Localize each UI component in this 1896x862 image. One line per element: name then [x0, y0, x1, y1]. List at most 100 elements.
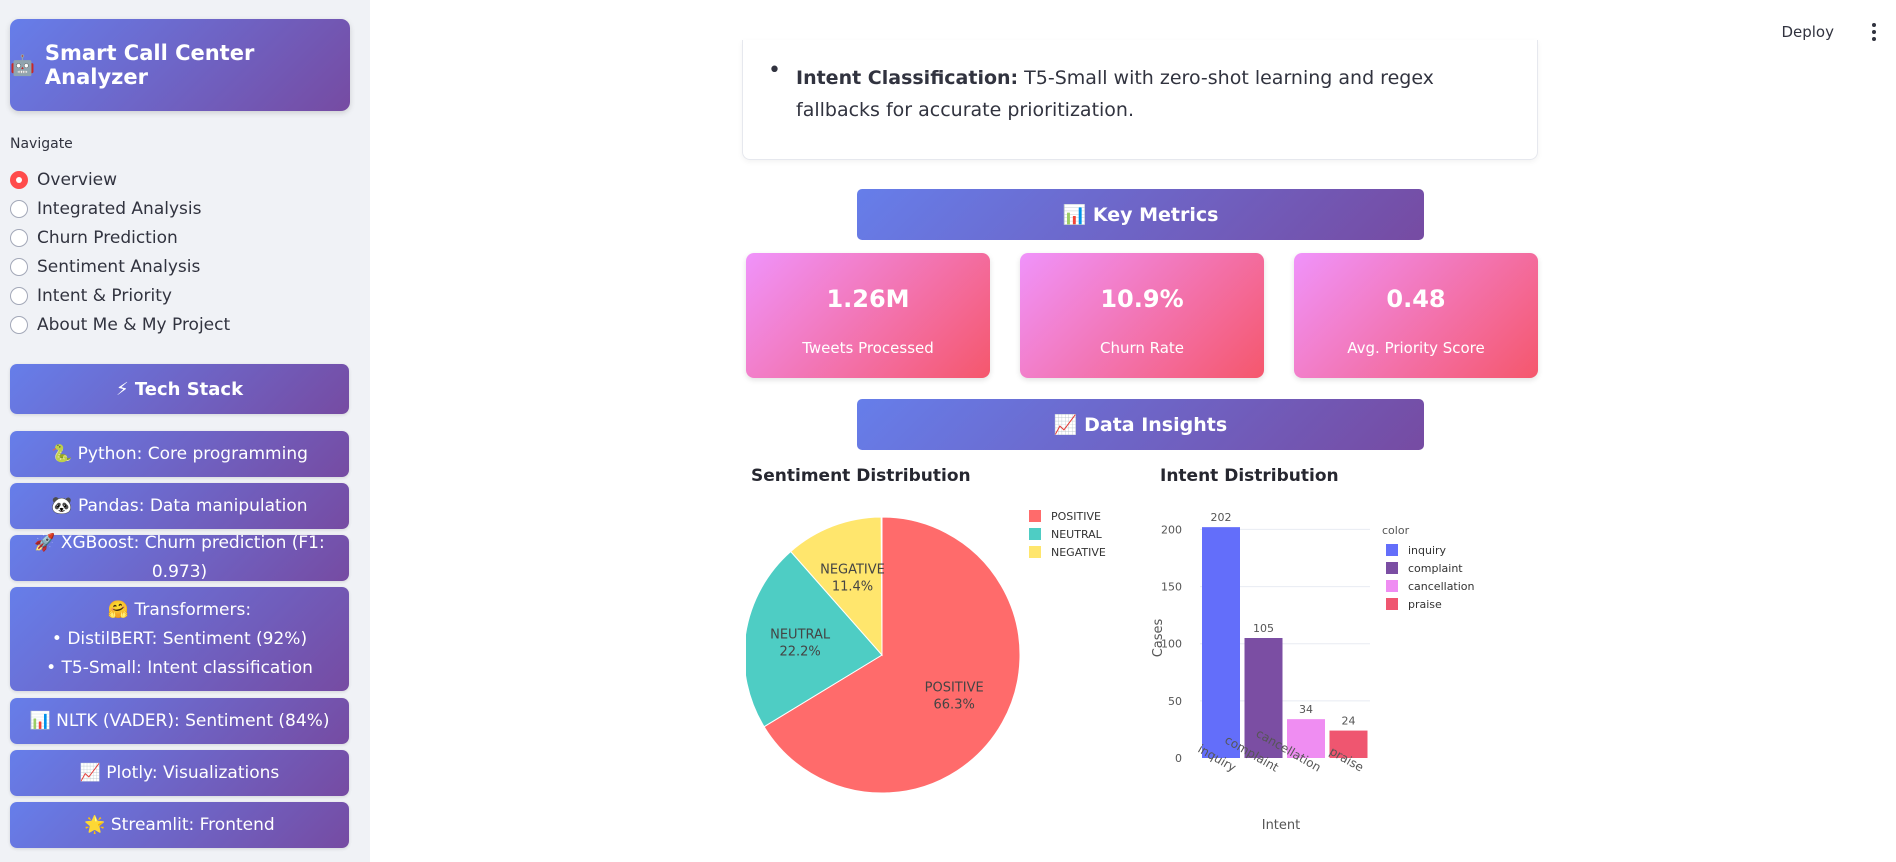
metric-label: Churn Rate: [1099, 339, 1185, 357]
bar-value-label: 202: [1211, 511, 1232, 524]
x-axis-label: Intent: [1262, 818, 1301, 833]
radio-button-icon[interactable]: [10, 170, 28, 189]
y-tick-label: 0: [1175, 752, 1182, 765]
key-metrics-banner: 📊 Key Metrics: [857, 189, 1424, 240]
nav-radio-intent-priority[interactable]: Intent & Priority: [10, 281, 230, 310]
intent-bar-chart: 050100150200Cases202inquiry105complaint3…: [1151, 511, 1475, 833]
legend-label: NEUTRAL: [1051, 528, 1103, 541]
data-insights-banner: 📈 Data Insights: [857, 399, 1424, 450]
metric-label: Avg. Priority Score: [1347, 339, 1485, 357]
nav-radio-sentiment-analysis[interactable]: Sentiment Analysis: [10, 252, 230, 281]
metric-value: 10.9%: [1100, 285, 1184, 313]
tech-item-label: Plotly: Visualizations: [106, 762, 280, 783]
radio-button-icon[interactable]: [10, 228, 28, 247]
tech-item-label: Transformers:: [134, 599, 252, 620]
pie-percent-label: 11.4%: [832, 580, 873, 595]
bar-inquiry: [1202, 527, 1240, 758]
pie-percent-label: 22.2%: [779, 645, 820, 660]
legend-swatch: [1029, 546, 1041, 558]
legend-label: praise: [1408, 598, 1442, 611]
app-title: Smart Call Center Analyzer: [44, 41, 255, 89]
tech-item-label: XGBoost: Churn prediction (F1: 0.973): [60, 533, 325, 582]
tech-emoji-icon: 🤗: [107, 599, 135, 620]
tech-item: 🚀 XGBoost: Churn prediction (F1: 0.973): [10, 533, 349, 582]
tech-item-sublabel: • DistilBERT: Sentiment (92%): [51, 628, 308, 649]
legend-swatch: [1386, 580, 1398, 592]
tech-emoji-icon: 🐼: [51, 495, 78, 516]
main-content: Deploy • Intent Classification: T5-Small…: [370, 0, 1896, 862]
tech-item: 📈 Plotly: Visualizations: [10, 750, 349, 796]
legend-swatch: [1386, 598, 1398, 610]
radio-label: Intent & Priority: [37, 285, 172, 306]
legend-swatch: [1386, 544, 1398, 556]
radio-label: About Me & My Project: [37, 314, 231, 335]
nav-radio-integrated-analysis[interactable]: Integrated Analysis: [10, 194, 230, 223]
app-title-card: 🤖 Smart Call Center Analyzer: [10, 19, 350, 111]
metric-card-tweets: 1.26M Tweets Processed: [746, 253, 990, 378]
legend-label: NEGATIVE: [1051, 546, 1106, 559]
legend-label: inquiry: [1408, 544, 1447, 557]
metric-value: 1.26M: [826, 285, 910, 313]
radio-button-icon[interactable]: [10, 315, 28, 334]
tech-emoji-icon: 🐍: [51, 443, 78, 464]
intent-chart-title: Intent Distribution: [1160, 466, 1339, 486]
legend-label: cancellation: [1408, 580, 1475, 593]
tech-item-label: Pandas: Data manipulation: [77, 495, 308, 516]
tech-emoji-icon: 📊: [29, 710, 57, 731]
tech-item: 📊 NLTK (VADER): Sentiment (84%): [10, 698, 349, 744]
pie-label: NEGATIVE: [820, 563, 885, 578]
sentiment-pie-chart: POSITIVE 66.3% NEUTRAL 22.2% NEGATIVE 11.4% PO…: [746, 510, 1106, 794]
radio-button-icon[interactable]: [10, 286, 28, 305]
tech-item-label: Python: Core programming: [77, 443, 308, 464]
metric-card-priority: 0.48 Avg. Priority Score: [1294, 253, 1538, 378]
nav-label: Navigate: [10, 136, 73, 152]
tech-item: 🌟 Streamlit: Frontend: [10, 802, 349, 848]
radio-label: Integrated Analysis: [37, 198, 202, 219]
legend-swatch: [1029, 510, 1041, 522]
tech-emoji-icon: 🌟: [84, 814, 111, 835]
intro-card: • Intent Classification: T5-Small with z…: [742, 40, 1538, 160]
legend-swatch: [1029, 528, 1041, 540]
tech-stack-header: ⚡ Tech Stack: [10, 364, 349, 414]
deploy-button[interactable]: Deploy: [1781, 23, 1834, 41]
pie-label: POSITIVE: [925, 681, 984, 696]
pie-label: NEUTRAL: [770, 628, 831, 643]
tech-item-sublabel: • T5-Small: Intent classification: [46, 657, 313, 678]
bullet-icon: •: [768, 58, 781, 83]
tech-item: 🐼 Pandas: Data manipulation: [10, 483, 349, 529]
bar-value-label: 34: [1299, 703, 1313, 716]
nav-radio-churn-prediction[interactable]: Churn Prediction: [10, 223, 230, 252]
sidebar: 🤖 Smart Call Center Analyzer Navigate Ov…: [0, 0, 370, 862]
y-tick-label: 50: [1168, 695, 1182, 708]
nav-radio-group: Overview Integrated Analysis Churn Predict…: [10, 165, 230, 339]
radio-button-icon[interactable]: [10, 199, 28, 218]
nav-radio-overview[interactable]: Overview: [10, 165, 230, 194]
pie-percent-label: 66.3%: [934, 698, 975, 713]
tech-emoji-icon: 🚀: [34, 533, 61, 553]
legend-swatch: [1386, 562, 1398, 574]
bullet-bold-text: Intent Classification:: [796, 67, 1019, 89]
tech-item-label: NLTK (VADER): Sentiment (84%): [56, 710, 330, 731]
legend-label: POSITIVE: [1051, 510, 1101, 523]
sentiment-chart-title: Sentiment Distribution: [751, 466, 971, 486]
kebab-menu-icon[interactable]: [1862, 20, 1886, 44]
radio-label: Sentiment Analysis: [37, 256, 201, 277]
legend-label: complaint: [1408, 562, 1463, 575]
metric-card-churn: 10.9% Churn Rate: [1020, 253, 1264, 378]
tech-item-label: Streamlit: Frontend: [110, 814, 275, 835]
toolbar: Deploy: [1781, 20, 1896, 44]
y-axis-label: Cases: [1151, 618, 1166, 657]
tech-emoji-icon: 📈: [79, 762, 107, 783]
tech-item: 🤗 Transformers: • DistilBERT: Sentiment (…: [10, 587, 349, 691]
bar-value-label: 105: [1253, 622, 1274, 635]
metric-label: Tweets Processed: [802, 339, 934, 357]
radio-label: Churn Prediction: [37, 227, 178, 248]
nav-radio-about-me-my-project[interactable]: About Me & My Project: [10, 310, 230, 339]
radio-button-icon[interactable]: [10, 257, 28, 276]
robot-icon: 🤖: [10, 53, 35, 77]
bar-value-label: 24: [1342, 715, 1356, 728]
y-tick-label: 200: [1161, 523, 1182, 536]
metric-value: 0.48: [1386, 285, 1446, 313]
y-tick-label: 150: [1161, 581, 1182, 594]
tech-item: 🐍 Python: Core programming: [10, 431, 349, 477]
